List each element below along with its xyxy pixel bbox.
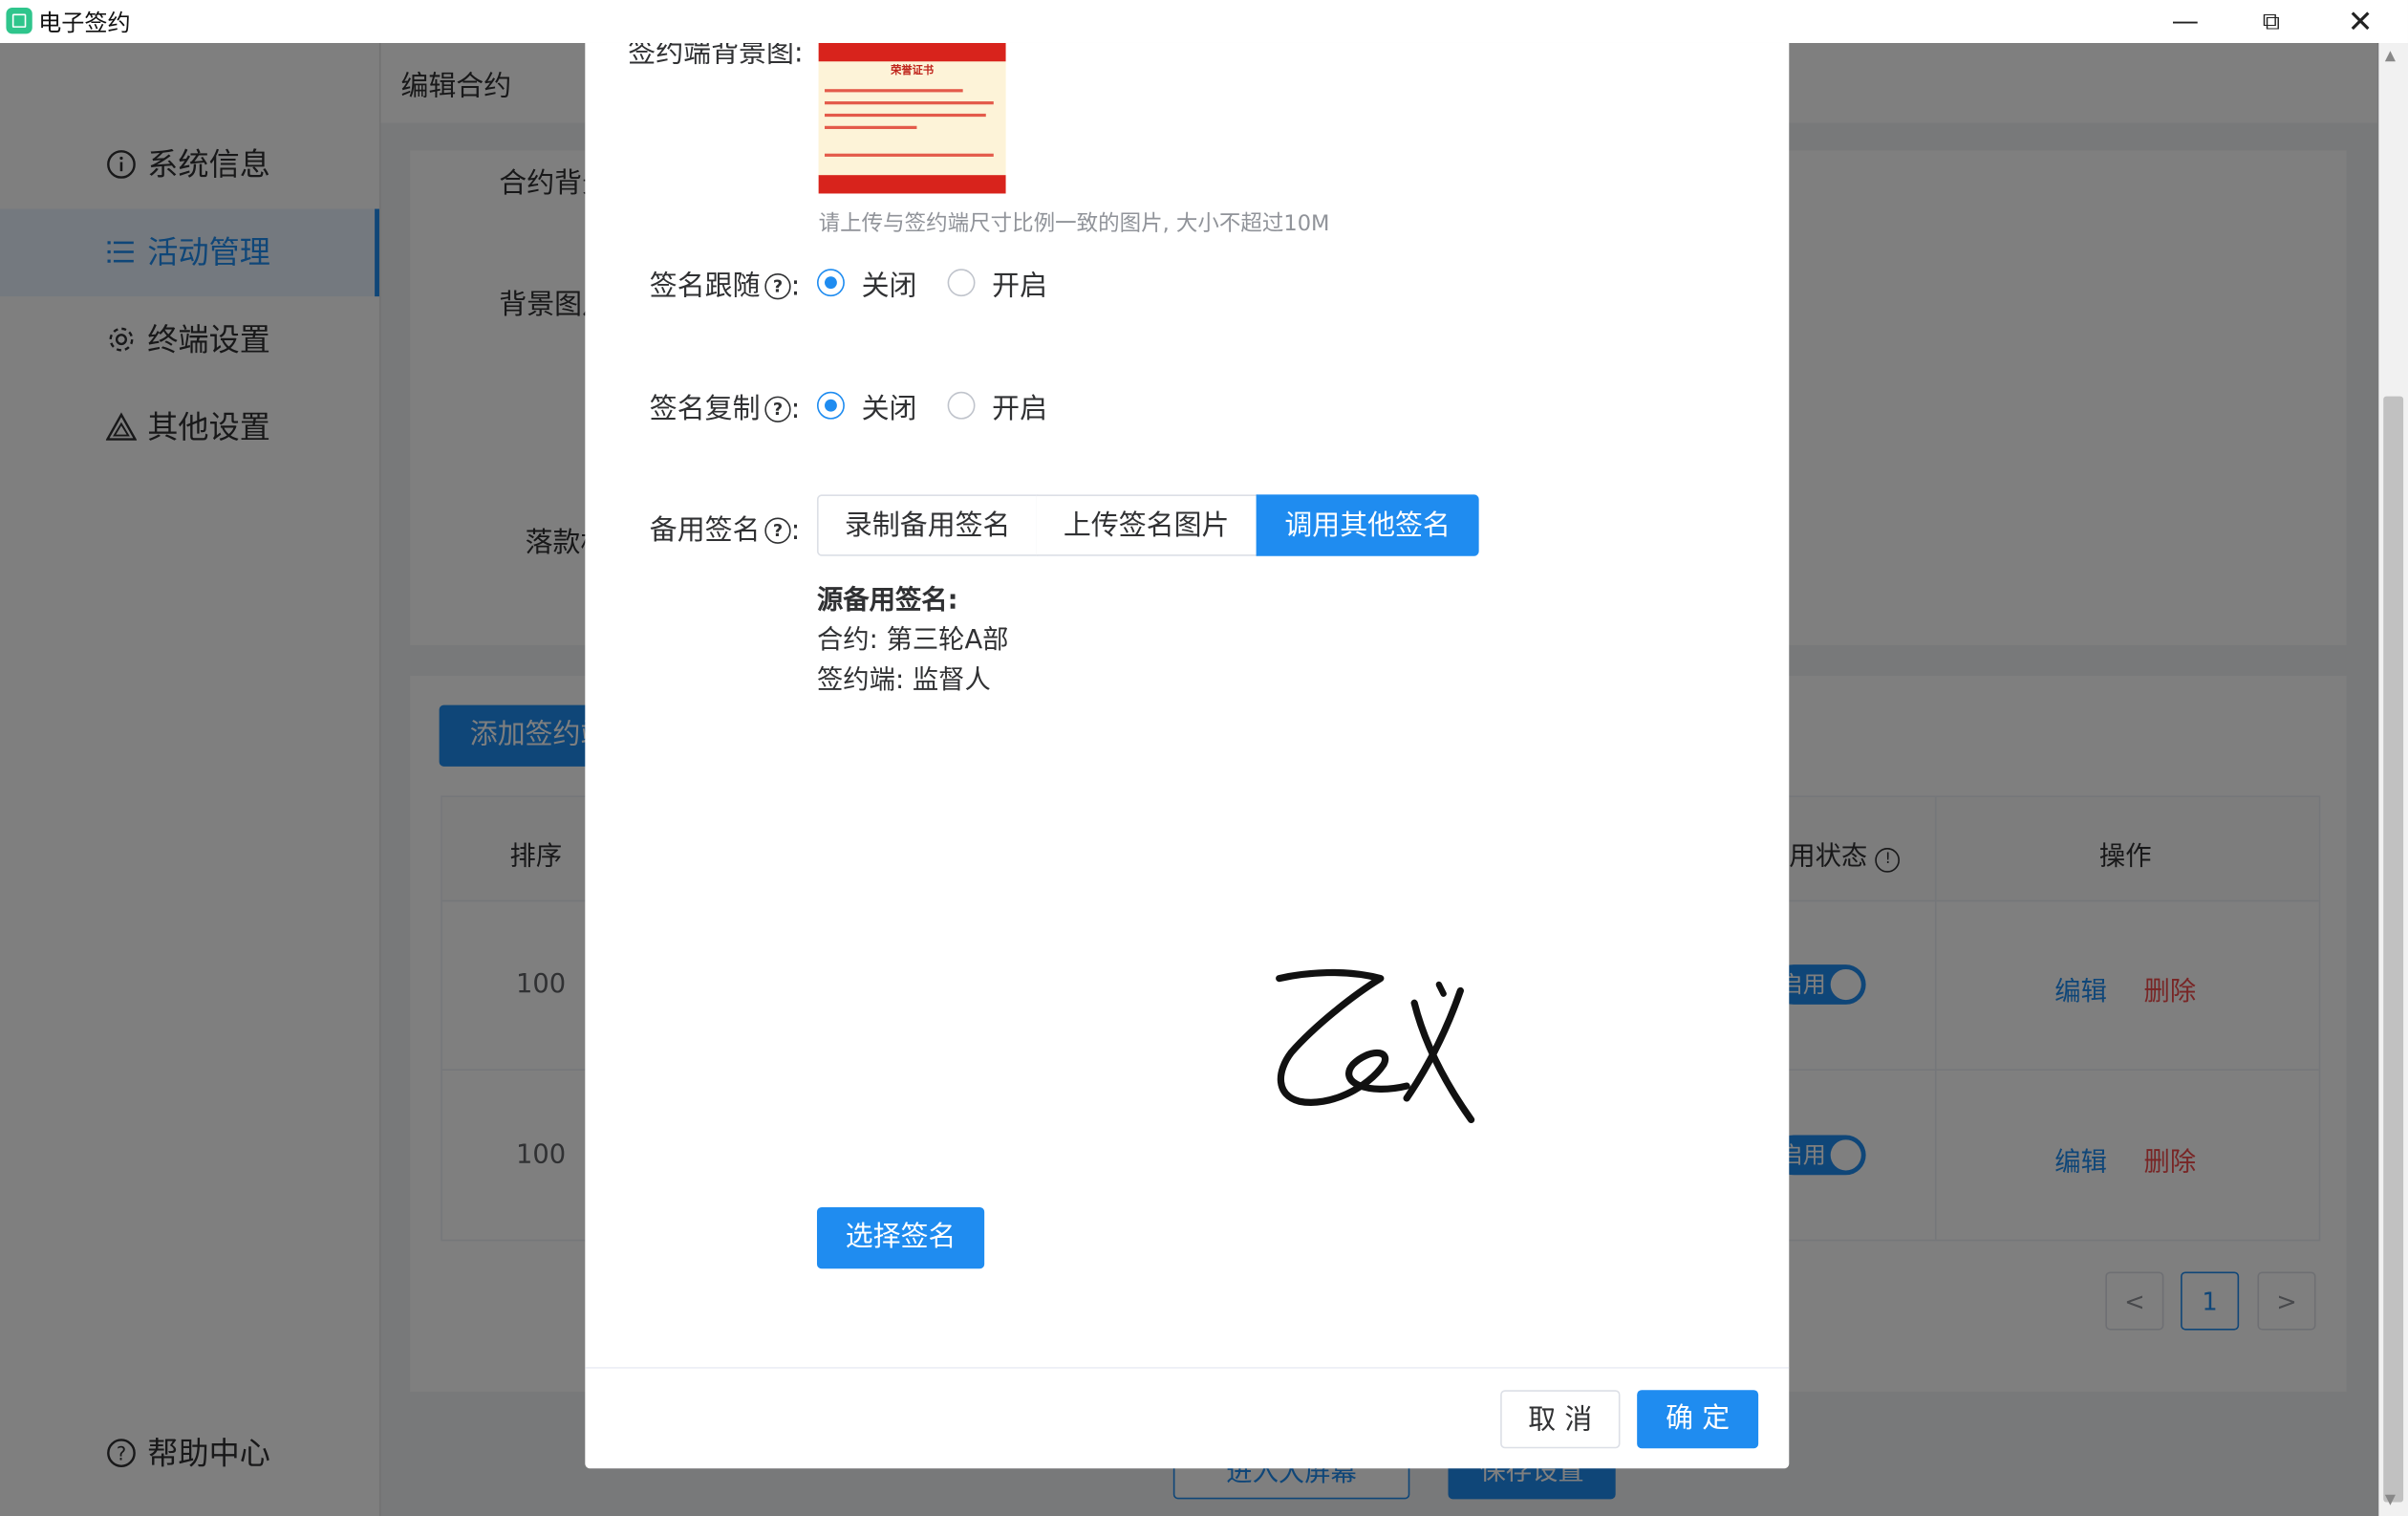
sign-follow-off-label[interactable]: 关闭 [862,264,917,304]
background-thumbnail[interactable]: 荣誉证书 [818,42,1006,194]
source-contract: 合约: 第三轮A部 [816,625,1009,657]
title-bar: 电子签约 ― ⧉ ✕ [0,0,2408,45]
app-title: 电子签约 [38,9,131,37]
sign-copy-off-label[interactable]: 关闭 [862,387,917,427]
close-icon[interactable]: ✕ [2317,0,2403,43]
tab-upload-sign-image[interactable]: 上传签名图片 [1036,494,1258,556]
tab-use-other-sign[interactable]: 调用其他签名 [1256,494,1479,556]
scroll-down-icon[interactable]: ▼ [2385,1493,2396,1508]
thumbnail-caption: 荣誉证书 [891,64,935,77]
edit-terminal-dialog: 签约端背景图: 荣誉证书 请上传与签约端尺寸比例一致的图片, 大小不超过10M … [585,42,1790,1469]
upload-hint: 请上传与签约端尺寸比例一致的图片, 大小不超过10M [818,211,1330,237]
source-terminal: 签约端: 监督人 [816,664,991,696]
sign-follow-on-radio[interactable] [947,269,976,297]
scrollbar-thumb[interactable] [2383,396,2404,1503]
help-circle-icon[interactable]: ? [764,396,791,422]
source-sign-title: 源备用签名: [816,585,958,617]
minimize-icon[interactable]: ― [2142,0,2228,43]
app-window: 电子签约 ― ⧉ ✕ 系统信息 活动管理 终端设置 其他设置 ? 帮助中心 编辑… [0,0,2408,1516]
scroll-up-icon[interactable]: ▲ [2385,49,2396,64]
sign-copy-off-radio[interactable] [816,391,845,420]
terminal-bg-label: 签约端背景图: [628,42,804,70]
vertical-scrollbar[interactable]: ▲ ▼ [2378,42,2408,1516]
signature-preview [1276,968,1475,1124]
app-logo-icon [6,8,32,34]
select-sign-button[interactable]: 选择签名 [816,1207,985,1269]
cancel-button[interactable]: 取 消 [1500,1390,1621,1449]
help-circle-icon[interactable]: ? [764,273,791,300]
restore-icon[interactable]: ⧉ [2228,0,2314,43]
sign-copy-on-label[interactable]: 开启 [992,387,1047,427]
sign-copy-label: 签名复制?: [649,393,801,426]
backup-sign-label: 备用签名?: [649,514,801,548]
help-circle-icon[interactable]: ? [764,517,791,544]
dialog-footer-divider [585,1367,1790,1369]
sign-follow-label: 签名跟随?: [649,270,801,303]
sign-copy-on-radio[interactable] [947,391,976,420]
sign-follow-on-label[interactable]: 开启 [992,264,1047,304]
sign-follow-off-radio[interactable] [816,269,845,297]
tab-record-backup-sign[interactable]: 录制备用签名 [816,494,1039,556]
confirm-button[interactable]: 确 定 [1637,1390,1759,1449]
